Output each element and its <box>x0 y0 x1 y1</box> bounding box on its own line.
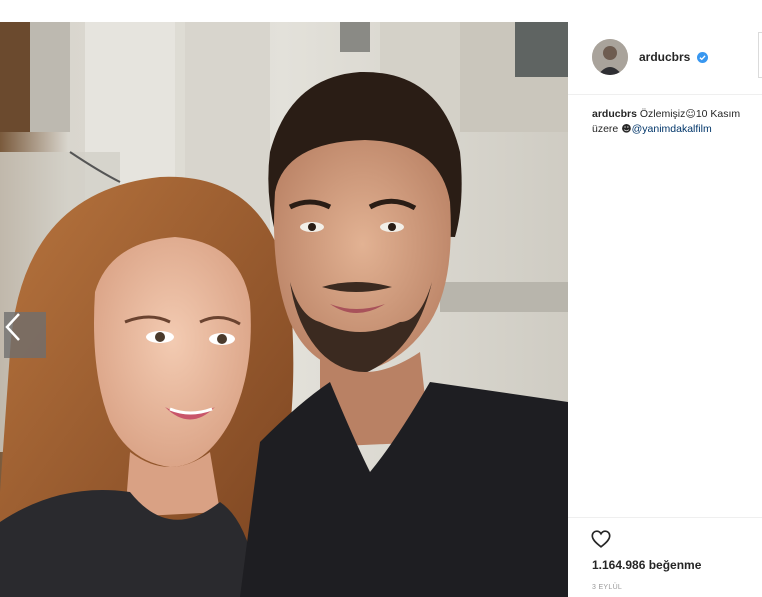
header-divider <box>568 94 762 95</box>
follow-button-edge[interactable] <box>758 32 762 78</box>
username-link[interactable]: arducbrs <box>639 50 690 64</box>
smile-emoji-icon: ☺ <box>685 109 696 120</box>
caption-text-b: 10 Kasım <box>695 108 741 120</box>
caption-text: Özlemişiz <box>639 108 686 120</box>
post-photo[interactable] <box>0 22 568 597</box>
post-side-panel: arducbrs arducbrs Özlemişiz☺10 Kasım üze… <box>568 22 762 597</box>
avatar[interactable] <box>592 39 628 75</box>
selfie-image <box>0 22 568 597</box>
post-header: arducbrs <box>568 22 762 94</box>
caption-username[interactable]: arducbrs <box>592 108 637 120</box>
avatar-image <box>592 39 628 75</box>
post-date: 3 EYLÜL <box>592 584 623 591</box>
sunglasses-emoji-icon: ☻ <box>621 124 632 135</box>
previous-photo-button[interactable] <box>4 312 46 358</box>
verified-badge-icon <box>697 52 708 63</box>
chevron-left-icon <box>5 313 20 341</box>
actions-divider <box>568 517 762 518</box>
likes-count[interactable]: 1.164.986 beğenme <box>592 558 701 572</box>
caption-text-2: üzere <box>592 123 622 135</box>
mention-link[interactable]: @yanimdakalfilm <box>632 123 712 135</box>
heart-outline-icon <box>591 530 611 548</box>
like-button[interactable] <box>590 528 612 550</box>
post-caption: arducbrs Özlemişiz☺10 Kasım üzere ☻@yani… <box>592 107 762 137</box>
